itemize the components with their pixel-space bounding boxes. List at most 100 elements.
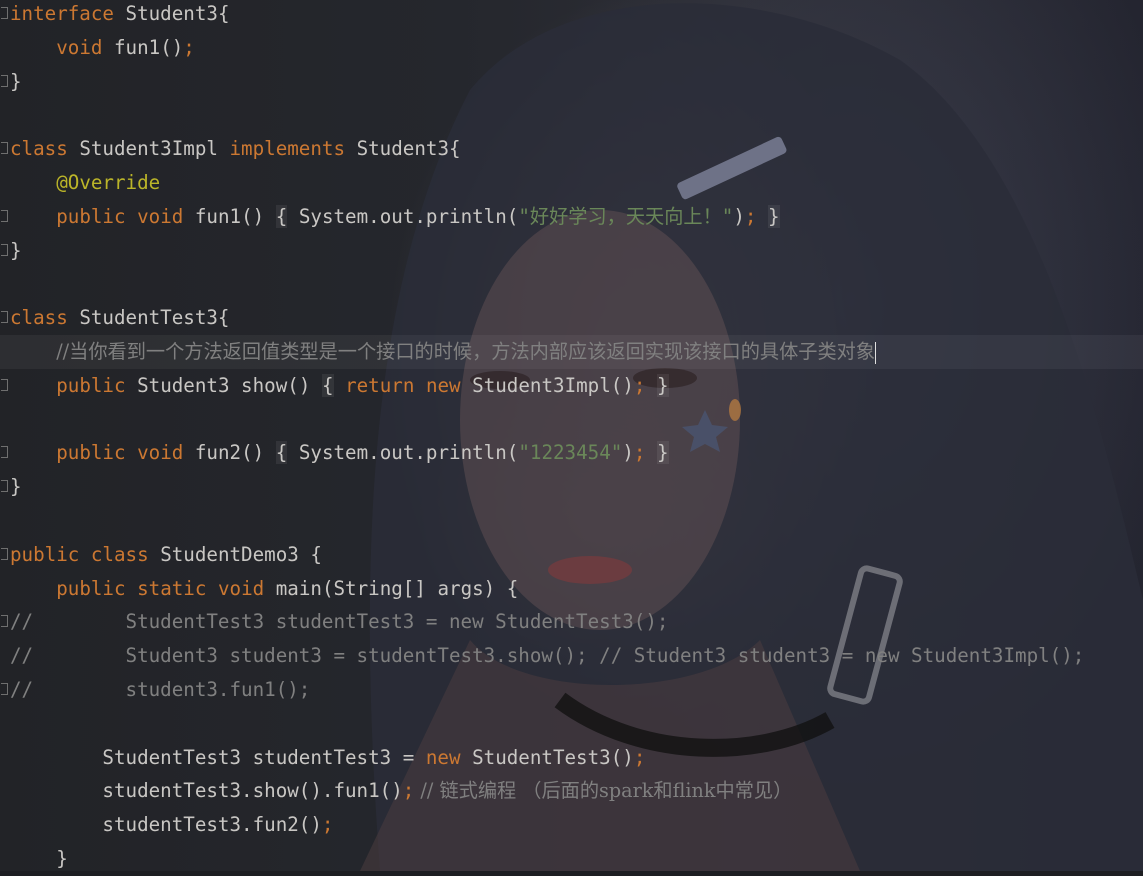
gutter [0, 234, 10, 268]
code-token: { [275, 441, 288, 465]
code-text: StudentTest3 studentTest3 = new StudentT… [10, 741, 645, 775]
gutter [0, 65, 10, 99]
code-line[interactable]: class Student3Impl implements Student3{ [0, 132, 1143, 166]
code-token: // 链式编程 （后面的spark和flink中常见） [414, 779, 793, 803]
code-line[interactable]: interface Student3{ [0, 0, 1143, 31]
code-token: Student3Impl [79, 137, 230, 161]
code-line[interactable]: public void fun1() { System.out.println(… [0, 200, 1143, 234]
code-text: } [10, 234, 22, 268]
code-line[interactable]: studentTest3.fun2(); [0, 808, 1143, 842]
code-line[interactable]: //当你看到一个方法返回值类型是一个接口的时候，方法内部应该返回实现该接口的具体… [0, 335, 1143, 369]
code-token: StudentTest3() [472, 745, 634, 769]
fold-toggle-icon[interactable] [1, 683, 8, 695]
code-token: ; [321, 813, 334, 837]
code-line[interactable]: public Student3 show() { return new Stud… [0, 369, 1143, 403]
code-text: // Student3 student3 = studentTest3.show… [10, 639, 1084, 673]
code-text: class Student3Impl implements Student3{ [10, 132, 461, 166]
fold-toggle-icon[interactable] [1, 378, 8, 391]
code-token: fun1() [113, 35, 184, 59]
code-line[interactable]: // StudentTest3 studentTest3 = new Stude… [0, 605, 1143, 639]
code-token: Student3Impl() [472, 373, 634, 397]
code-text: //当你看到一个方法返回值类型是一个接口的时候，方法内部应该返回实现该接口的具体… [10, 335, 877, 369]
fold-toggle-icon[interactable] [1, 311, 8, 324]
gutter [0, 0, 10, 31]
code-token: } [10, 847, 68, 870]
fold-toggle-icon[interactable] [1, 7, 8, 19]
code-token: public [56, 204, 138, 228]
code-line[interactable] [0, 267, 1143, 301]
code-line[interactable]: @Override [0, 166, 1143, 200]
code-editor[interactable]: interface Student3{ void fun1();} class S… [0, 0, 1143, 871]
code-line[interactable]: studentTest3.show().fun1(); // 链式编程 （后面的… [0, 774, 1143, 808]
code-token: class [10, 137, 80, 161]
code-token: public [56, 576, 138, 600]
code-token: main(String[] args) { [275, 576, 519, 600]
code-text: public static void main(String[] args) { [10, 572, 518, 606]
code-line[interactable] [0, 403, 1143, 437]
code-token: { [275, 204, 288, 228]
code-text: // student3.fun1(); [10, 673, 310, 707]
fold-toggle-icon[interactable] [1, 615, 8, 628]
code-line[interactable]: // student3.fun1(); [0, 673, 1143, 707]
fold-toggle-icon[interactable] [1, 547, 8, 560]
code-token: void [137, 441, 195, 465]
code-line[interactable] [0, 504, 1143, 538]
code-line[interactable]: StudentTest3 studentTest3 = new StudentT… [0, 741, 1143, 775]
gutter [0, 707, 10, 741]
code-line[interactable]: public static void main(String[] args) { [0, 572, 1143, 606]
code-token: // StudentTest3 studentTest3 = new Stude… [10, 610, 669, 634]
code-token: "好好学习，天天向上！" [518, 204, 734, 228]
code-text: studentTest3.show().fun1(); // 链式编程 （后面的… [10, 774, 792, 808]
code-line[interactable]: } [0, 65, 1143, 99]
code-token: studentTest3.show().fun1() [10, 779, 403, 803]
code-token: ; [183, 35, 195, 59]
code-token: } [657, 441, 669, 465]
gutter [0, 335, 10, 369]
code-token: @Override [56, 171, 161, 194]
code-line[interactable]: } [0, 234, 1143, 268]
code-token: Student3{ [356, 137, 461, 161]
code-line[interactable]: public class StudentDemo3 { [0, 538, 1143, 572]
code-line[interactable]: void fun1(); [0, 31, 1143, 65]
code-token: System.out.println( [287, 441, 519, 465]
code-token: } [10, 238, 22, 262]
code-text: public void fun2() { System.out.println(… [10, 436, 669, 470]
code-token: ) [733, 204, 745, 228]
fold-toggle-icon[interactable] [1, 446, 8, 459]
code-line[interactable]: public void fun2() { System.out.println(… [0, 436, 1143, 470]
code-token: new [425, 373, 473, 397]
code-token: public [56, 373, 138, 397]
gutter [0, 639, 10, 673]
code-text: interface Student3{ [10, 0, 230, 31]
code-token: class [10, 306, 80, 330]
code-token: // student3.fun1(); [10, 678, 311, 701]
code-token: // Student3 student3 = studentTest3.show… [10, 644, 1085, 668]
code-token: StudentTest3 studentTest3 = [10, 745, 426, 769]
gutter [0, 538, 10, 572]
code-token: void [217, 576, 276, 600]
code-line[interactable] [0, 98, 1143, 132]
fold-toggle-icon[interactable] [1, 142, 8, 155]
code-line[interactable]: // Student3 student3 = studentTest3.show… [0, 639, 1143, 673]
fold-toggle-icon[interactable] [1, 480, 8, 493]
code-text: public void fun1() { System.out.println(… [10, 200, 780, 234]
fold-toggle-icon[interactable] [1, 74, 8, 87]
text-caret [875, 341, 877, 364]
code-token: StudentDemo3 { [160, 542, 322, 566]
code-line[interactable]: class StudentTest3{ [0, 301, 1143, 335]
code-token: Student3 show() [137, 373, 322, 397]
code-token: { [321, 373, 334, 397]
gutter [0, 572, 10, 606]
code-token: ; [633, 441, 646, 465]
fold-toggle-icon[interactable] [1, 243, 8, 256]
fold-toggle-icon[interactable] [1, 209, 8, 222]
code-line[interactable] [0, 707, 1143, 741]
code-line[interactable]: } [0, 470, 1143, 504]
code-token: StudentTest3{ [79, 306, 230, 330]
